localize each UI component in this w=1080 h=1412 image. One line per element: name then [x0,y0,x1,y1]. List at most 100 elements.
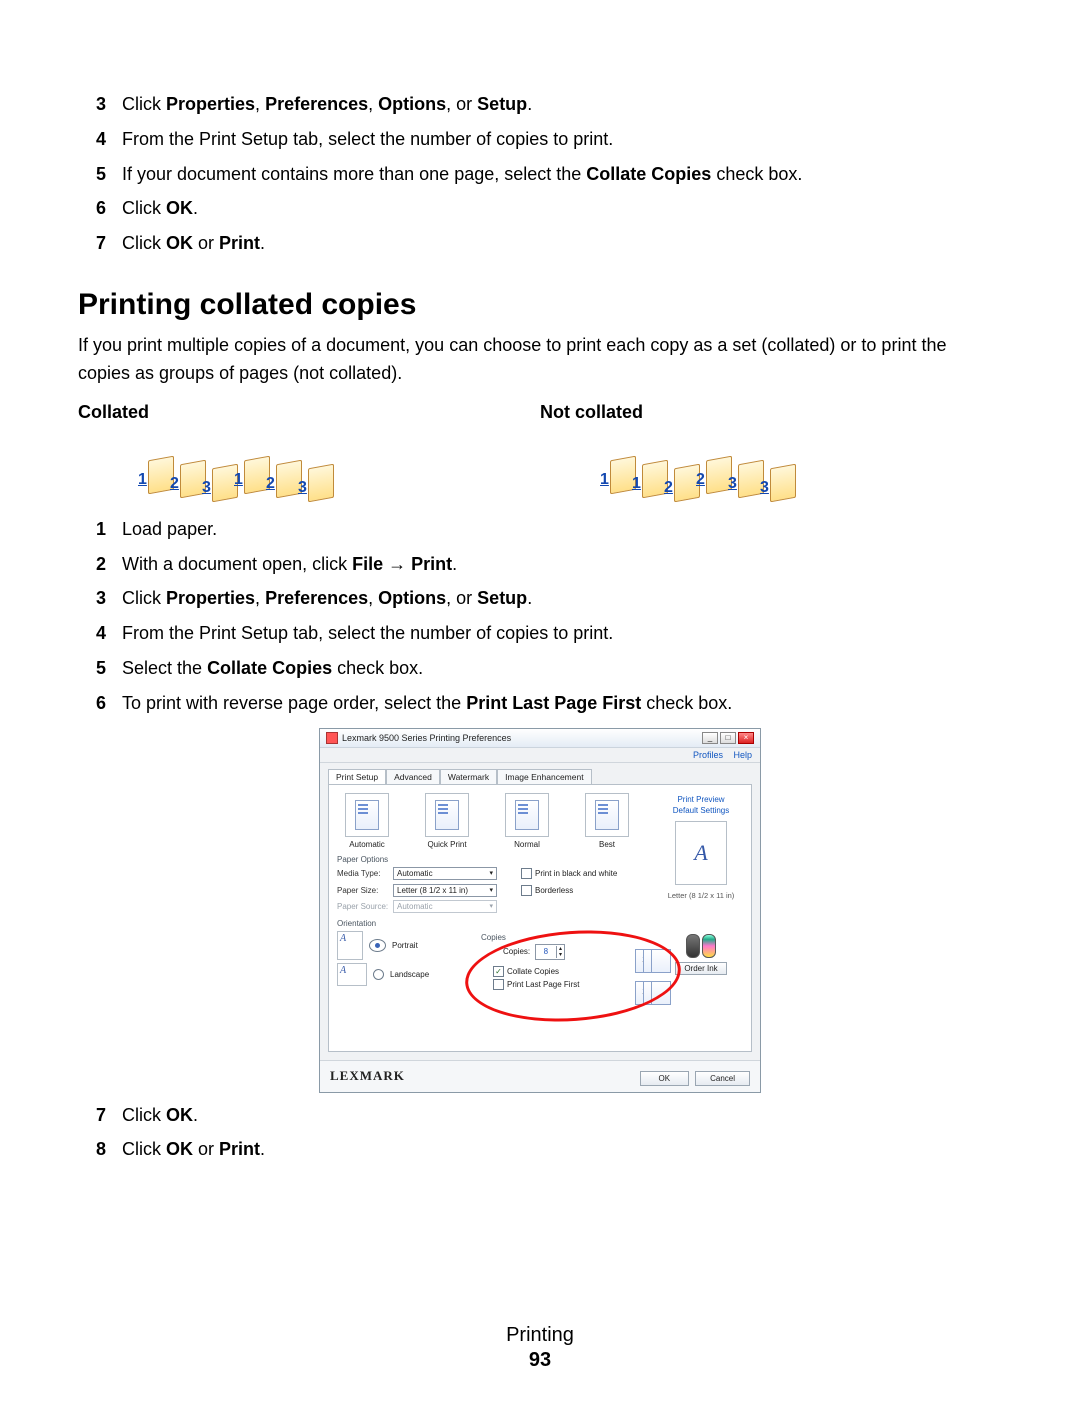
preview-paper-size: Letter (8 1/2 x 11 in) [659,891,743,900]
borderless-label: Borderless [535,886,573,895]
step-number: 7 [96,229,122,258]
cancel-button[interactable]: Cancel [695,1071,750,1086]
step-number: 5 [96,654,122,683]
minimize-button[interactable]: _ [702,732,718,744]
footer-section: Printing [78,1324,1002,1347]
step-text: Load paper. [122,515,1002,544]
step-text: Click OK or Print. [122,1135,1002,1164]
tab-watermark[interactable]: Watermark [440,769,497,784]
print-bw-label: Print in black and white [535,869,617,878]
step-text: To print with reverse page order, select… [122,689,1002,718]
paper-source-label: Paper Source: [337,902,393,911]
page-stack-icon: 3 [308,466,334,505]
media-type-label: Media Type: [337,869,393,878]
menu-profiles[interactable]: Profiles [693,750,723,760]
quality-row: Automatic Quick Print Normal Best [337,793,637,849]
step-row: 7Click OK or Print. [96,229,1002,258]
tab-image-enhancement[interactable]: Image Enhancement [497,769,591,784]
print-last-page-first-checkbox[interactable] [493,979,504,990]
step-row: 5Select the Collate Copies check box. [96,654,1002,683]
stack-number-label: 2 [170,475,179,493]
section-paragraph: If you print multiple copies of a docume… [78,332,1002,388]
step-text: If your document contains more than one … [122,160,1002,189]
step-number: 1 [96,515,122,544]
stack-number-label: 1 [632,475,641,493]
dialog-title: Lexmark 9500 Series Printing Preferences [342,733,511,743]
step-number: 2 [96,550,122,579]
section-heading: Printing collated copies [78,288,1002,322]
step-number: 8 [96,1135,122,1164]
steps-list-2: 1Load paper.2With a document open, click… [96,515,1002,718]
borderless-checkbox[interactable] [521,885,532,896]
preview-thumbnail: A [675,821,727,885]
quality-quick-print[interactable]: Quick Print [417,793,477,849]
step-number: 4 [96,125,122,154]
close-button[interactable]: × [738,732,754,744]
step-number: 6 [96,689,122,718]
copies-group-label: Copies [481,933,681,942]
dialog-tabs: Print Setup Advanced Watermark Image Enh… [320,763,760,784]
step-text: With a document open, click File → Print… [122,550,1002,579]
collate-illustration-row: Collated 123123 Not collated 112233 [78,402,1002,497]
link-print-preview[interactable]: Print Preview [659,795,743,804]
tab-advanced[interactable]: Advanced [386,769,440,784]
step-text: Click OK or Print. [122,229,1002,258]
step-row: 4From the Print Setup tab, select the nu… [96,619,1002,648]
copies-label: Copies: [503,947,530,956]
step-row: 7Click OK. [96,1101,1002,1130]
page-footer: Printing 93 [78,1324,1002,1372]
chevron-down-icon: ▾ [489,902,493,910]
menu-help[interactable]: Help [733,750,752,760]
step-number: 4 [96,619,122,648]
quality-best[interactable]: Best [577,793,637,849]
not-collated-heading: Not collated [540,402,1002,423]
link-default-settings[interactable]: Default Settings [659,806,743,815]
step-number: 3 [96,90,122,119]
stack-number-label: 3 [298,479,307,497]
collate-copies-label: Collate Copies [507,967,559,976]
landscape-label: Landscape [390,970,429,979]
media-type-select[interactable]: Automatic▾ [393,867,497,880]
spinner-down-icon[interactable]: ▾ [557,952,564,958]
collate-copies-checkbox[interactable]: ✓ [493,966,504,977]
stack-number-label: 3 [728,475,737,493]
landscape-radio[interactable] [373,969,384,980]
collated-illustration: 123123 [78,427,540,497]
paper-size-select[interactable]: Letter (8 1/2 x 11 in)▾ [393,884,497,897]
dialog-menubar: Profiles Help [320,748,760,763]
app-icon [326,732,338,744]
stack-number-label: 2 [664,479,673,497]
step-text: Click OK. [122,194,1002,223]
dialog-screenshot: Lexmark 9500 Series Printing Preferences… [78,728,1002,1093]
step-row: 3Click Properties, Preferences, Options,… [96,584,1002,613]
chevron-down-icon: ▾ [489,869,493,877]
landscape-thumb-icon: A [337,963,367,986]
footer-page-number: 93 [78,1349,1002,1372]
top-steps-list: 3Click Properties, Preferences, Options,… [96,90,1002,258]
portrait-thumb-icon: A [337,931,363,960]
maximize-button[interactable]: □ [720,732,736,744]
quality-normal[interactable]: Normal [497,793,557,849]
dialog-panel: Automatic Quick Print Normal Best Print … [328,784,752,1052]
ok-button[interactable]: OK [640,1071,690,1086]
chevron-down-icon: ▾ [489,886,493,894]
step-number: 3 [96,584,122,613]
quality-automatic[interactable]: Automatic [337,793,397,849]
stack-number-label: 3 [760,479,769,497]
order-ink-button[interactable]: Order Ink [675,962,726,975]
portrait-radio[interactable] [369,939,386,952]
collate-preview-top-icon: 33 [635,949,671,973]
stack-number-label: 1 [234,471,243,489]
step-text: Click OK. [122,1101,1002,1130]
step-row: 8Click OK or Print. [96,1135,1002,1164]
stack-number-label: 2 [266,475,275,493]
step-text: From the Print Setup tab, select the num… [122,619,1002,648]
dialog-titlebar: Lexmark 9500 Series Printing Preferences… [320,729,760,748]
step-number: 6 [96,194,122,223]
tab-print-setup[interactable]: Print Setup [328,769,386,784]
brand-logo: LEXMARK [330,1068,405,1084]
page-stack-icon: 3 [770,466,796,505]
steps-list-3: 7Click OK. 8Click OK or Print. [96,1101,1002,1165]
copies-spinner[interactable]: 8▴▾ [535,944,565,960]
print-bw-checkbox[interactable] [521,868,532,879]
